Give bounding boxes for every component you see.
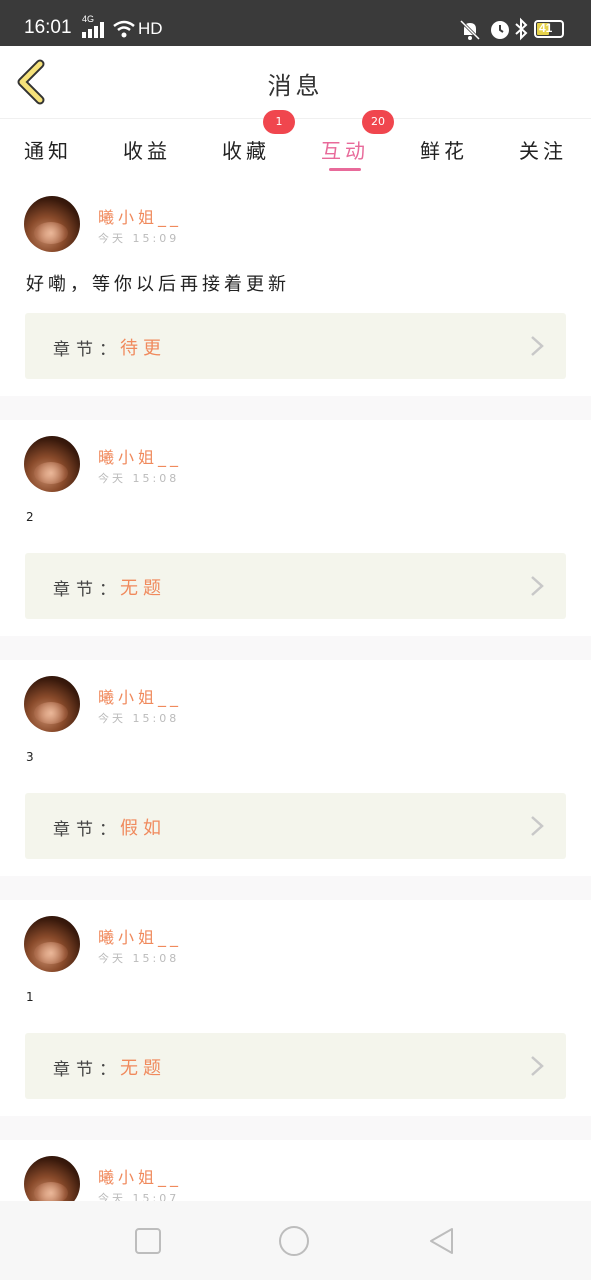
tab-label: 收益 <box>123 139 171 163</box>
signal-icon <box>82 22 104 38</box>
circle-home-icon[interactable] <box>278 1225 310 1257</box>
chapter-name: 假如 <box>120 818 166 839</box>
header: 消息 <box>0 46 591 118</box>
page-title: 消息 <box>267 72 324 100</box>
tab-interactions[interactable]: 互动 20 <box>305 110 394 171</box>
divider <box>0 876 591 900</box>
system-nav-bar <box>0 1201 591 1280</box>
unread-badge: 1 <box>263 110 295 134</box>
triangle-back-icon[interactable] <box>426 1225 458 1257</box>
mute-bell-icon <box>459 19 481 41</box>
tab-bar: 通知 收益 收藏 1 互动 20 鲜花 关注 <box>0 110 591 180</box>
message-card: 曦小姐__ 今天 15:08 2 章节： 无题 <box>0 420 591 636</box>
chapter-name: 无题 <box>120 578 166 599</box>
username[interactable]: 曦小姐__ <box>98 924 182 948</box>
timestamp: 今天 15:08 <box>98 712 180 725</box>
avatar[interactable] <box>24 436 80 492</box>
active-tab-indicator <box>329 168 361 171</box>
status-bar: 16:01 4G HD 41 <box>0 0 591 46</box>
avatar[interactable] <box>24 196 80 252</box>
chevron-right-icon <box>531 816 544 836</box>
divider <box>0 396 591 420</box>
tab-following[interactable]: 关注 <box>503 127 583 171</box>
battery-icon: 41 <box>534 20 564 38</box>
avatar[interactable] <box>24 916 80 972</box>
chapter-name: 无题 <box>120 1058 166 1079</box>
status-time: 16:01 <box>24 17 72 38</box>
tab-earnings[interactable]: 收益 <box>107 127 187 171</box>
tab-label: 通知 <box>24 139 72 163</box>
wifi-icon <box>113 20 135 38</box>
tab-notifications[interactable]: 通知 <box>8 127 88 171</box>
tab-label: 收藏 <box>222 139 270 163</box>
comment-text: 好嘞，等你以后再接着更新 <box>26 274 290 295</box>
avatar[interactable] <box>24 676 80 732</box>
username[interactable]: 曦小姐__ <box>98 204 182 228</box>
username[interactable]: 曦小姐__ <box>98 444 182 468</box>
battery-level: 41 <box>539 21 553 35</box>
tab-flowers[interactable]: 鲜花 <box>404 127 484 171</box>
tab-label: 鲜花 <box>420 139 468 163</box>
comment-text: 1 <box>26 990 38 1004</box>
chevron-right-icon <box>531 336 544 356</box>
bluetooth-icon <box>515 17 528 41</box>
chevron-right-icon <box>531 1056 544 1076</box>
square-recents-icon[interactable] <box>132 1225 164 1257</box>
avatar[interactable] <box>24 1156 80 1201</box>
chapter-prefix: 章节： <box>53 340 122 360</box>
chevron-right-icon <box>531 576 544 596</box>
tab-label: 关注 <box>519 139 567 163</box>
chapter-prefix: 章节： <box>53 580 122 600</box>
timestamp: 今天 15:08 <box>98 952 180 965</box>
tab-favorites[interactable]: 收藏 1 <box>206 110 295 171</box>
timestamp: 今天 15:08 <box>98 472 180 485</box>
chapter-prefix: 章节： <box>53 1060 122 1080</box>
chapter-link[interactable]: 章节： 假如 <box>25 793 566 859</box>
chapter-prefix: 章节： <box>53 820 122 840</box>
tab-label: 互动 <box>321 139 369 163</box>
message-card: 曦小姐__ 今天 15:08 1 章节： 无题 <box>0 900 591 1116</box>
chapter-link[interactable]: 章节： 待更 <box>25 313 566 379</box>
unread-badge: 20 <box>362 110 394 134</box>
username[interactable]: 曦小姐__ <box>98 684 182 708</box>
chapter-link[interactable]: 章节： 无题 <box>25 1033 566 1099</box>
alarm-icon <box>491 21 509 39</box>
timestamp: 今天 15:09 <box>98 232 180 245</box>
divider <box>0 1116 591 1140</box>
chapter-link[interactable]: 章节： 无题 <box>25 553 566 619</box>
comment-text: 2 <box>26 510 38 524</box>
message-card: 曦小姐__ 今天 15:08 3 章节： 假如 <box>0 660 591 876</box>
divider <box>0 636 591 660</box>
message-card: 曦小姐__ 今天 15:09 好嘞，等你以后再接着更新 章节： 待更 <box>0 180 591 396</box>
hd-label: HD <box>138 19 163 38</box>
username[interactable]: 曦小姐__ <box>98 1164 182 1188</box>
message-card: 曦小姐__ 今天 15:07 <box>0 1140 591 1201</box>
chapter-name: 待更 <box>120 338 166 359</box>
timestamp: 今天 15:07 <box>98 1192 180 1201</box>
comment-text: 3 <box>26 750 38 764</box>
